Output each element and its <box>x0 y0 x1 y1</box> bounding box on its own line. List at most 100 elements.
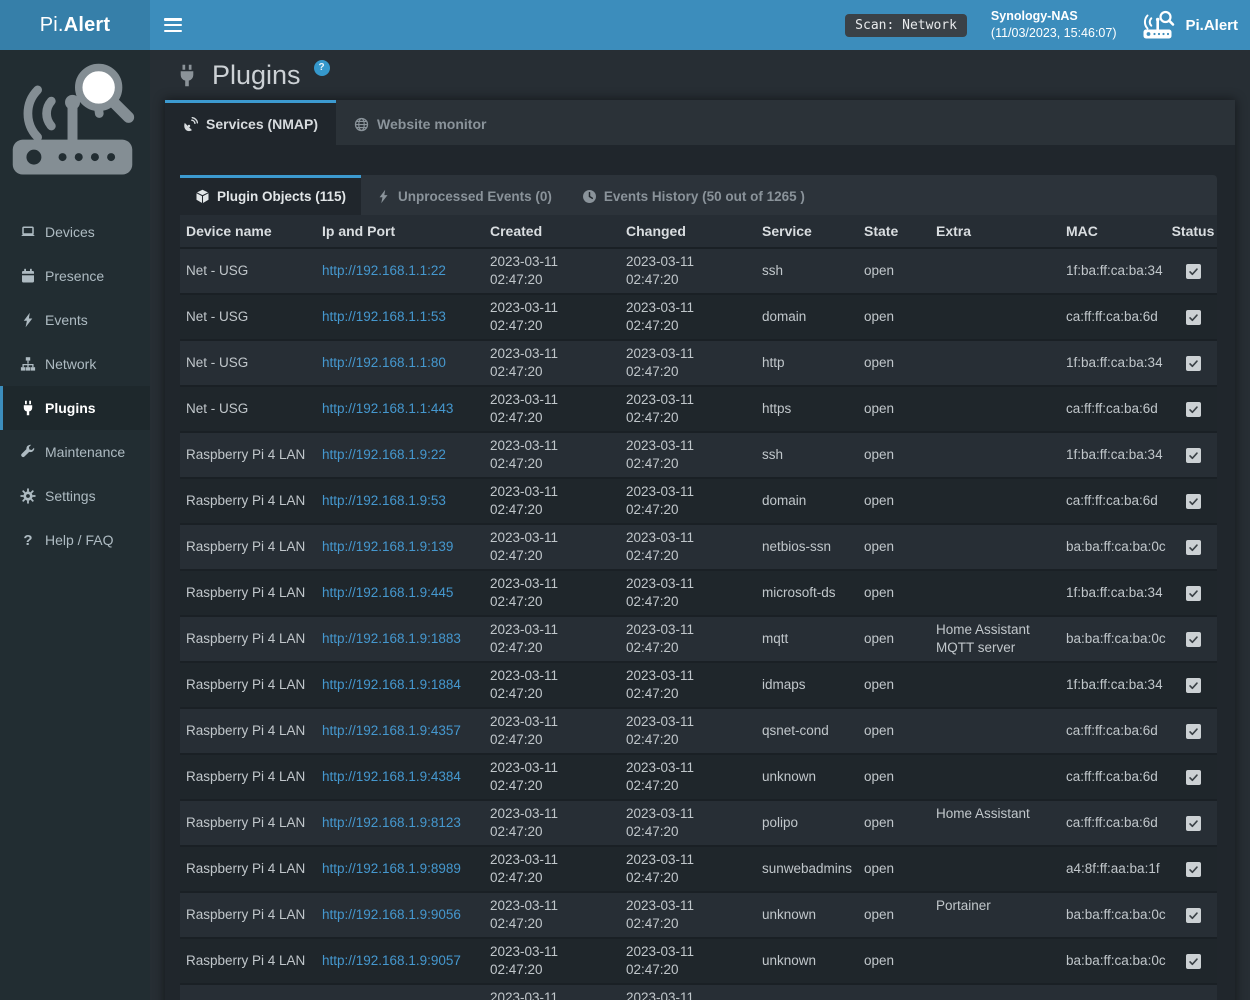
ip-port-link[interactable]: http://192.168.1.9:1883 <box>322 630 461 648</box>
ip-port-link[interactable]: http://192.168.1.9:22 <box>322 446 446 464</box>
status-cell <box>1169 801 1217 845</box>
mac-cell: a4:8f:ff:aa:ba:1f <box>1060 847 1169 891</box>
table-row: Raspberry Pi 4 LAN http://192.168.1.9:53… <box>180 479 1217 525</box>
ip-port-link[interactable]: http://192.168.1.9:4357 <box>322 722 461 740</box>
extra-cell: Home Assistant MQTT server <box>930 617 1060 661</box>
status-checkbox[interactable] <box>1186 264 1201 279</box>
created-cell: 2023-03-11 02:47:20 <box>484 571 620 615</box>
mac-cell: ca:ff:ff:ca:ba:6d <box>1060 755 1169 799</box>
ip-port-link[interactable]: http://192.168.1.1:443 <box>322 400 453 418</box>
status-checkbox[interactable] <box>1186 632 1201 647</box>
extra-cell <box>930 985 1060 1000</box>
table-row: Raspberry Pi 4 LAN http://192.168.1.9:89… <box>180 847 1217 893</box>
mac-cell: 1f:ba:ff:ca:ba:34 <box>1060 663 1169 707</box>
created-cell: 2023-03-11 02:47:20 <box>484 755 620 799</box>
table-row: Net - USG http://192.168.1.1:22 2023-03-… <box>180 249 1217 295</box>
laptop-icon <box>20 224 36 240</box>
subtab-label: Events History (50 out of 1265 ) <box>604 189 805 204</box>
status-cell <box>1169 663 1217 707</box>
created-cell: 2023-03-11 02:47:20 <box>484 387 620 431</box>
status-cell <box>1169 939 1217 983</box>
ip-port-cell: http://192.168.1.9:4384 <box>316 755 484 799</box>
status-checkbox[interactable] <box>1186 816 1201 831</box>
table-row: Net - USG http://192.168.1.1:53 2023-03-… <box>180 295 1217 341</box>
ip-port-link[interactable]: http://192.168.1.1:53 <box>322 308 446 326</box>
sidebar-item-presence[interactable]: Presence <box>0 254 150 298</box>
page-title-text: Plugins <box>212 59 301 91</box>
ip-port-cell: http://192.168.1.1:443 <box>316 387 484 431</box>
status-checkbox[interactable] <box>1186 356 1201 371</box>
created-cell: 2023-03-11 02:47:20 <box>484 663 620 707</box>
subtab-label: Unprocessed Events (0) <box>398 189 552 204</box>
status-checkbox[interactable] <box>1186 402 1201 417</box>
mac-cell: 1f:ba:ff:ca:ba:34 <box>1060 571 1169 615</box>
plug-icon <box>175 62 199 89</box>
extra-cell <box>930 755 1060 799</box>
table-row: Raspberry Pi 4 LAN http://192.168.1.9:90… <box>180 985 1217 1000</box>
table-row: Net - USG http://192.168.1.1:443 2023-03… <box>180 387 1217 433</box>
ip-port-cell: http://192.168.1.9:9057 <box>316 939 484 983</box>
ip-port-cell: http://192.168.1.9:1883 <box>316 617 484 661</box>
status-cell <box>1169 387 1217 431</box>
status-checkbox[interactable] <box>1186 908 1201 923</box>
state-cell: open <box>858 847 930 891</box>
status-checkbox[interactable] <box>1186 678 1201 693</box>
status-checkbox[interactable] <box>1186 540 1201 555</box>
sidebar-item-maintenance[interactable]: Maintenance <box>0 430 150 474</box>
service-cell: qsnet-cond <box>756 709 858 753</box>
changed-cell: 2023-03-11 02:47:20 <box>620 801 756 845</box>
status-checkbox[interactable] <box>1186 310 1201 325</box>
ip-port-cell: http://192.168.1.9:8123 <box>316 801 484 845</box>
table-header: Device nameIp and PortCreatedChangedServ… <box>180 215 1217 249</box>
status-checkbox[interactable] <box>1186 954 1201 969</box>
sidebar-item-label: Settings <box>45 488 96 504</box>
ip-port-link[interactable]: http://192.168.1.9:139 <box>322 538 453 556</box>
changed-cell: 2023-03-11 02:47:20 <box>620 433 756 477</box>
ip-port-link[interactable]: http://192.168.1.9:1884 <box>322 676 461 694</box>
hamburger-icon[interactable] <box>164 18 182 32</box>
tab-content: Plugin Objects (115) Unprocessed Events … <box>165 145 1235 1000</box>
ip-port-link[interactable]: http://192.168.1.9:9056 <box>322 906 461 924</box>
sidebar-item-devices[interactable]: Devices <box>0 210 150 254</box>
created-cell: 2023-03-11 02:47:20 <box>484 847 620 891</box>
sidebar-item-plugins[interactable]: Plugins <box>0 386 150 430</box>
tab-website-monitor[interactable]: Website monitor <box>336 100 504 145</box>
table-row: Raspberry Pi 4 LAN http://192.168.1.9:18… <box>180 663 1217 709</box>
sidebar-item-events[interactable]: Events <box>0 298 150 342</box>
status-checkbox[interactable] <box>1186 448 1201 463</box>
created-cell: 2023-03-11 02:47:20 <box>484 985 620 1000</box>
sidebar-item-help-faq[interactable]: ? Help / FAQ <box>0 518 150 562</box>
app-home-link[interactable]: Pi.Alert <box>1140 10 1238 40</box>
subtab-plugin-objects-115[interactable]: Plugin Objects (115) <box>180 175 361 215</box>
subtab-unprocessed-events-0[interactable]: Unprocessed Events (0) <box>361 175 567 215</box>
status-checkbox[interactable] <box>1186 862 1201 877</box>
sidebar-item-network[interactable]: Network <box>0 342 150 386</box>
tab-services-nmap[interactable]: Services (NMAP) <box>165 100 336 145</box>
bolt-icon <box>20 312 36 328</box>
ip-port-link[interactable]: http://192.168.1.9:4384 <box>322 768 461 786</box>
status-checkbox[interactable] <box>1186 586 1201 601</box>
ip-port-link[interactable]: http://192.168.1.9:445 <box>322 584 453 602</box>
status-checkbox[interactable] <box>1186 494 1201 509</box>
tab-label: Website monitor <box>377 116 486 132</box>
brand-prefix: Pi. <box>40 14 64 37</box>
ip-port-link[interactable]: http://192.168.1.9:8989 <box>322 860 461 878</box>
ip-port-link[interactable]: http://192.168.1.1:22 <box>322 262 446 280</box>
mac-cell: 1f:ba:ff:ca:ba:34 <box>1060 249 1169 293</box>
ip-port-link[interactable]: http://192.168.1.9:8123 <box>322 814 461 832</box>
ip-port-link[interactable]: http://192.168.1.9:9057 <box>322 952 461 970</box>
ip-port-link[interactable]: http://192.168.1.1:80 <box>322 354 446 372</box>
host-info: Synology-NAS (11/03/2023, 15:46:07) <box>991 8 1117 43</box>
ip-port-link[interactable]: http://192.168.1.9:53 <box>322 492 446 510</box>
extra-cell: Home Assistant <box>930 801 1060 845</box>
column-header: Service <box>756 215 858 247</box>
subtab-events-history-50-out-of-1265[interactable]: Events History (50 out of 1265 ) <box>567 175 820 215</box>
help-badge[interactable]: ? <box>314 60 330 76</box>
created-cell: 2023-03-11 02:47:20 <box>484 341 620 385</box>
brand-logo[interactable]: Pi.Alert <box>0 0 150 50</box>
table-row: Raspberry Pi 4 LAN http://192.168.1.9:90… <box>180 893 1217 939</box>
status-checkbox[interactable] <box>1186 724 1201 739</box>
sidebar-item-settings[interactable]: Settings <box>0 474 150 518</box>
table-row: Raspberry Pi 4 LAN http://192.168.1.9:13… <box>180 525 1217 571</box>
status-checkbox[interactable] <box>1186 770 1201 785</box>
